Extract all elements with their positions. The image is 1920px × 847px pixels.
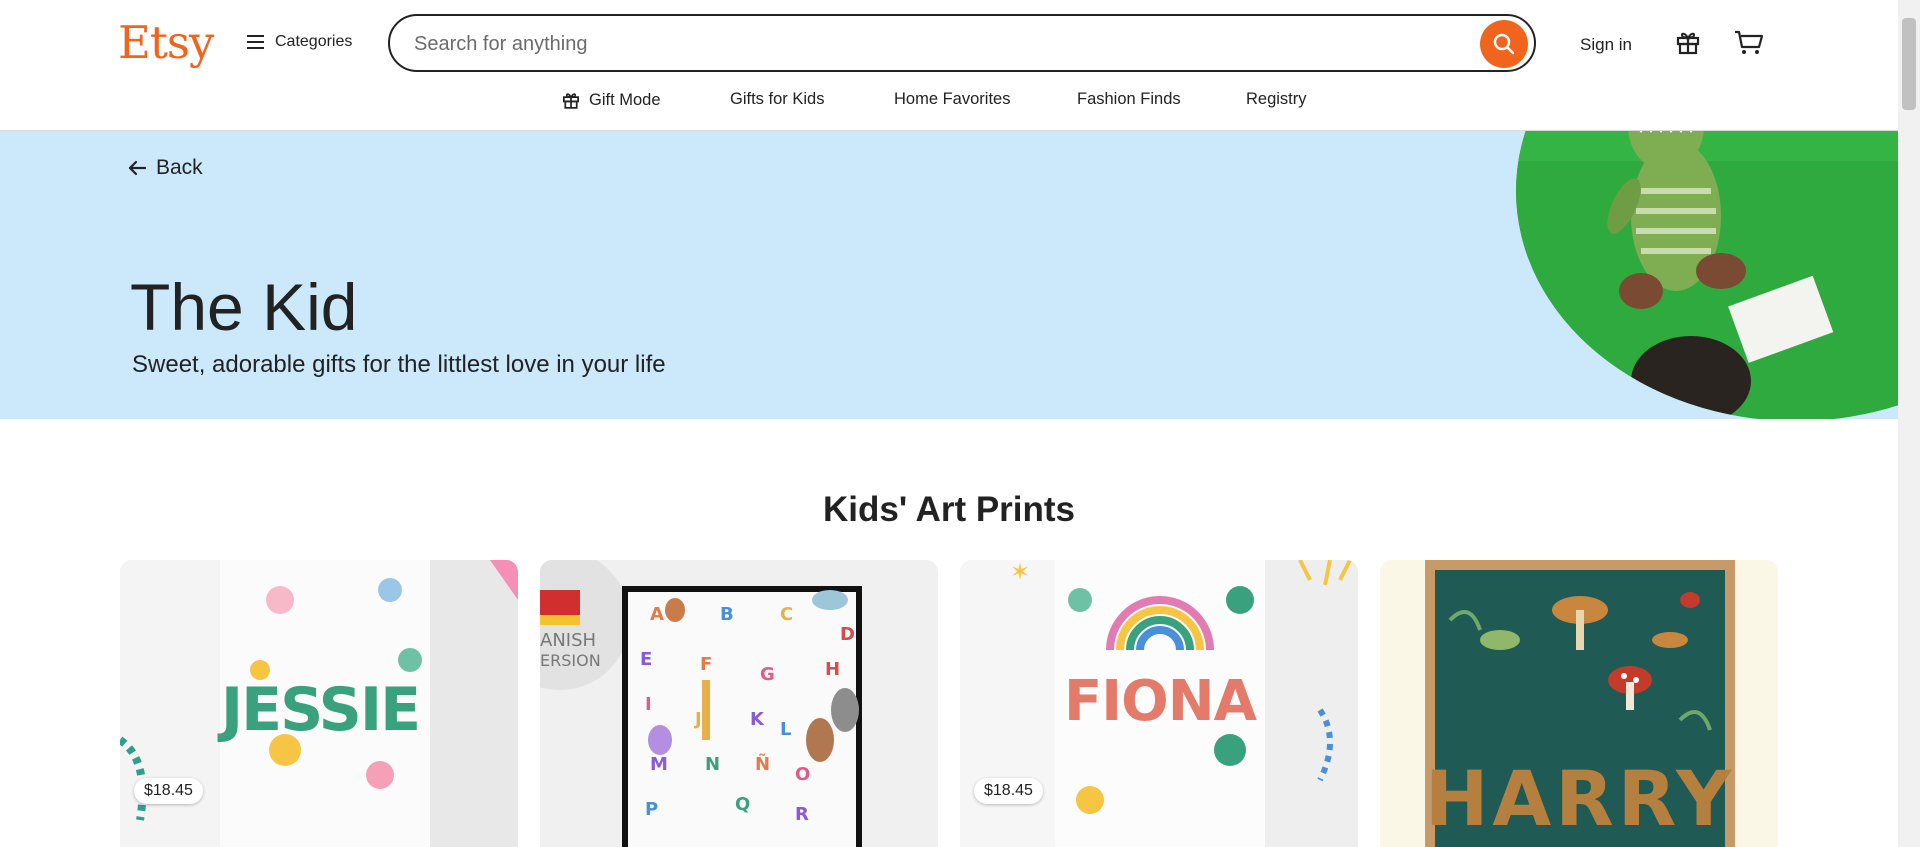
arrow-left-icon bbox=[128, 160, 146, 176]
menu-icon bbox=[247, 35, 264, 49]
page-title: The Kid bbox=[130, 270, 358, 344]
svg-text:P: P bbox=[645, 799, 658, 820]
cart-icon bbox=[1735, 30, 1764, 54]
sub-navigation: Gift Mode Gifts for Kids Home Favorites … bbox=[0, 90, 1898, 114]
hero-photo bbox=[1516, 131, 1898, 419]
product-card[interactable]: HARRY bbox=[1380, 560, 1778, 847]
categories-label: Categories bbox=[275, 33, 353, 50]
svg-text:Ñ: Ñ bbox=[755, 752, 770, 775]
svg-text:B: B bbox=[720, 604, 734, 625]
nav-item-label: Gift Mode bbox=[589, 90, 661, 109]
nav-item-fashion-finds[interactable]: Fashion Finds bbox=[1077, 90, 1181, 109]
page-viewport: Etsy Categories Sign in bbox=[0, 0, 1898, 847]
svg-text:A: A bbox=[650, 604, 664, 625]
svg-text:H: H bbox=[825, 659, 840, 680]
product-card[interactable]: ANISH ERSION A B C D E F G H I J KL M N Ñ O P Q R bbox=[540, 560, 938, 847]
svg-text:D: D bbox=[840, 624, 855, 645]
overlay-text-line: ERSION bbox=[540, 651, 601, 670]
nav-item-gift-mode[interactable]: Gift Mode bbox=[561, 90, 661, 110]
search-icon bbox=[1493, 33, 1515, 55]
scrollbar-thumb[interactable] bbox=[1902, 18, 1916, 110]
svg-text:R: R bbox=[795, 804, 809, 825]
svg-text:J: J bbox=[693, 709, 702, 730]
etsy-logo[interactable]: Etsy bbox=[118, 16, 214, 69]
nav-item-registry[interactable]: Registry bbox=[1246, 90, 1307, 109]
dinosaur-toy-illustration bbox=[1516, 131, 1898, 419]
gift-mode-button[interactable] bbox=[1674, 28, 1702, 61]
product-image: ANISH ERSION A B C D E F G H I J K L M N Ñ O P Q R bbox=[540, 560, 938, 847]
search-button[interactable] bbox=[1480, 20, 1528, 68]
sign-in-link[interactable]: Sign in bbox=[1580, 35, 1632, 55]
svg-text:L: L bbox=[780, 719, 791, 740]
price-badge: $18.45 bbox=[134, 778, 203, 804]
search-bar bbox=[388, 14, 1536, 72]
svg-text:N: N bbox=[705, 754, 720, 775]
nav-item-label: Gifts for Kids bbox=[730, 90, 825, 108]
nav-item-label: Home Favorites bbox=[894, 90, 1011, 108]
product-image: HARRY bbox=[1380, 560, 1778, 847]
nav-item-home-favorites[interactable]: Home Favorites bbox=[894, 90, 1010, 109]
svg-text:O: O bbox=[795, 764, 810, 785]
product-card[interactable]: ✶ FIONA $18.45 bbox=[960, 560, 1358, 847]
svg-text:E: E bbox=[640, 649, 652, 670]
print-name-text: JESSIE bbox=[217, 675, 419, 745]
svg-text:K: K bbox=[750, 709, 765, 730]
page-subtitle: Sweet, adorable gifts for the littlest l… bbox=[132, 351, 666, 378]
gift-icon bbox=[1676, 32, 1700, 55]
overlay-text-line: ANISH bbox=[540, 630, 596, 651]
svg-text:Q: Q bbox=[735, 794, 750, 815]
print-name-text: FIONA bbox=[1064, 669, 1258, 734]
nav-item-gifts-for-kids[interactable]: Gifts for Kids bbox=[730, 90, 824, 109]
svg-text:F: F bbox=[700, 654, 712, 675]
hero-banner: Back The Kid Sweet, adorable gifts for t… bbox=[0, 131, 1898, 419]
site-header: Etsy Categories Sign in bbox=[0, 0, 1898, 131]
gift-icon bbox=[563, 93, 579, 109]
cart-button[interactable] bbox=[1734, 29, 1764, 62]
section-title: Kids' Art Prints bbox=[822, 490, 1076, 529]
product-card[interactable]: JESSIE $18.45 bbox=[120, 560, 518, 847]
svg-text:M: M bbox=[650, 754, 668, 775]
svg-text:I: I bbox=[645, 694, 652, 715]
back-label: Back bbox=[156, 156, 203, 179]
vertical-scrollbar[interactable] bbox=[1898, 0, 1920, 847]
search-input[interactable] bbox=[412, 28, 1416, 60]
svg-text:C: C bbox=[780, 604, 793, 625]
print-name-text: HARRY bbox=[1425, 754, 1735, 843]
svg-text:G: G bbox=[760, 664, 775, 685]
back-link[interactable]: Back bbox=[128, 156, 203, 180]
nav-item-label: Registry bbox=[1246, 90, 1307, 108]
nav-item-label: Fashion Finds bbox=[1077, 90, 1181, 108]
categories-button[interactable]: Categories bbox=[247, 33, 352, 51]
svg-text:✶: ✶ bbox=[1010, 560, 1030, 586]
price-badge: $18.45 bbox=[974, 778, 1043, 804]
